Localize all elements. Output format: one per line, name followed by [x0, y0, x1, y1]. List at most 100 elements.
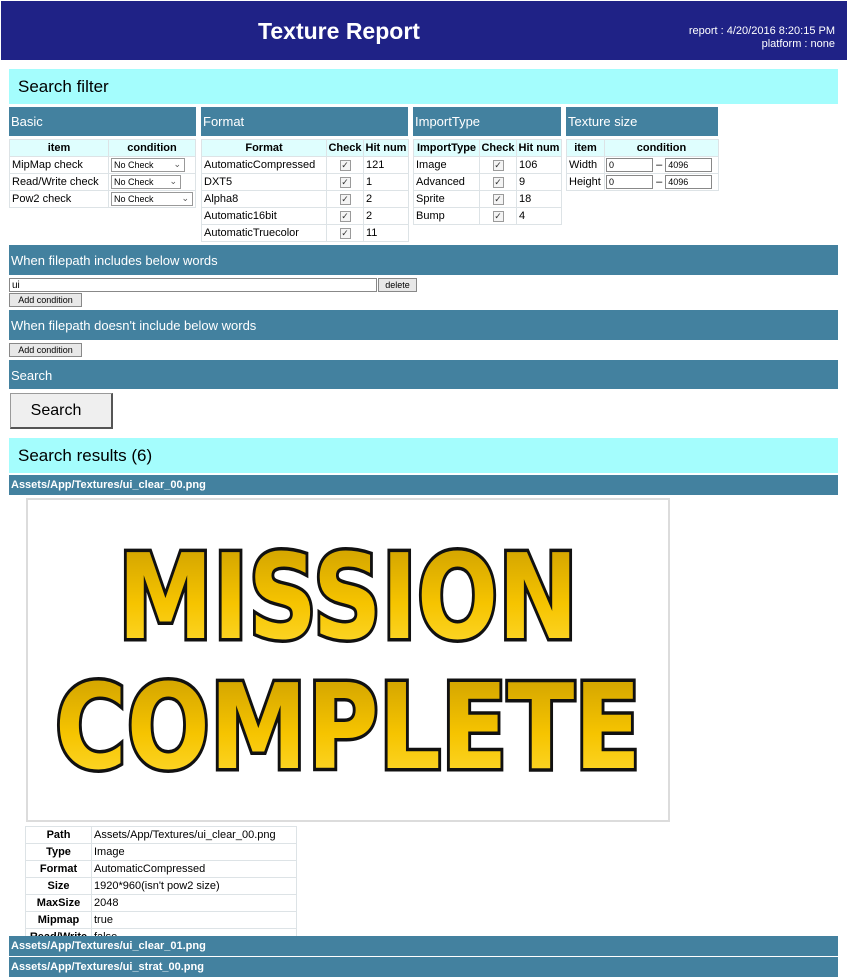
- detail-value: Assets/App/Textures/ui_clear_00.png: [91, 826, 297, 844]
- add-exclude-condition-button[interactable]: Add condition: [9, 343, 82, 357]
- add-include-condition-button[interactable]: Add condition: [9, 293, 82, 307]
- format-checkbox[interactable]: ✓: [339, 159, 351, 171]
- texture-size-table: item condition Width 0 – 4096 Height 0 –…: [566, 139, 719, 191]
- table-row: MaxSize 2048: [25, 894, 297, 912]
- table-row: Image ✓ 106: [413, 156, 562, 174]
- basic-item: Read/Write check: [9, 173, 109, 191]
- importtype-name: Sprite: [413, 190, 480, 208]
- report-platform: platform : none: [761, 38, 835, 50]
- format-checkbox[interactable]: ✓: [339, 210, 351, 222]
- table-row: Type Image: [25, 843, 297, 861]
- basic-table: item condition MipMap check No Check ⌄ Re…: [9, 139, 196, 208]
- detail-key: Type: [25, 843, 92, 861]
- table-row: Size 1920*960(isn't pow2 size): [25, 877, 297, 895]
- detail-key: Mipmap: [25, 911, 92, 929]
- table-row: Sprite ✓ 18: [413, 190, 562, 208]
- format-name: Automatic16bit: [201, 207, 327, 225]
- format-col-check: Check: [326, 139, 364, 157]
- detail-key: Size: [25, 877, 92, 895]
- format-checkbox[interactable]: ✓: [339, 227, 351, 239]
- chevron-down-icon: ⌄: [173, 159, 181, 169]
- basic-item: Pow2 check: [9, 190, 109, 208]
- detail-value: 1920*960(isn't pow2 size): [91, 877, 297, 895]
- texture-size-col-item: item: [566, 139, 605, 157]
- basic-col-item: item: [9, 139, 109, 157]
- importtype-col-hits: Hit num: [516, 139, 562, 157]
- importtype-hits: 106: [516, 156, 562, 174]
- search-button[interactable]: Search: [10, 393, 113, 429]
- result-path-bar[interactable]: Assets/App/Textures/ui_strat_00.png: [9, 957, 838, 977]
- height-max-input[interactable]: 4096: [665, 175, 713, 189]
- pow2-check-select[interactable]: No Check ⌄: [111, 192, 193, 206]
- width-min-input[interactable]: 0: [606, 158, 653, 172]
- report-meta: report : 4/20/2016 8:20:15 PM platform :…: [689, 25, 835, 51]
- page-title: Texture Report: [258, 18, 420, 44]
- table-row: Bump ✓ 4: [413, 207, 562, 225]
- basic-col-condition: condition: [108, 139, 196, 157]
- chevron-down-icon: ⌄: [181, 193, 189, 203]
- importtype-checkbox[interactable]: ✓: [492, 193, 504, 205]
- importtype-col-type: ImportType: [413, 139, 480, 157]
- importtype-table: ImportType Check Hit num Image ✓ 106 Adv…: [413, 139, 562, 225]
- table-row: Mipmap true: [25, 911, 297, 929]
- format-hits: 11: [363, 224, 409, 242]
- range-dash: –: [656, 158, 663, 171]
- table-row: AutomaticCompressed ✓ 121: [201, 156, 409, 174]
- importtype-panel-title: ImportType: [413, 107, 561, 136]
- format-checkbox[interactable]: ✓: [339, 193, 351, 205]
- importtype-checkbox[interactable]: ✓: [492, 159, 504, 171]
- importtype-col-check: Check: [479, 139, 517, 157]
- mipmap-check-select[interactable]: No Check ⌄: [111, 158, 185, 172]
- format-hits: 121: [363, 156, 409, 174]
- texture-size-col-condition: condition: [604, 139, 719, 157]
- detail-key: Path: [25, 826, 92, 844]
- basic-panel-title: Basic: [9, 107, 196, 136]
- result-path-bar[interactable]: Assets/App/Textures/ui_clear_00.png: [9, 475, 838, 495]
- importtype-checkbox[interactable]: ✓: [492, 176, 504, 188]
- table-row: DXT5 ✓ 1: [201, 173, 409, 191]
- include-word-input[interactable]: ui: [9, 278, 377, 292]
- format-name: AutomaticTruecolor: [201, 224, 327, 242]
- detail-key: Format: [25, 860, 92, 878]
- table-row: Automatic16bit ✓ 2: [201, 207, 409, 225]
- format-col-format: Format: [201, 139, 327, 157]
- table-row: Advanced ✓ 9: [413, 173, 562, 191]
- search-filter-heading: Search filter: [9, 69, 838, 104]
- texture-details-table: Path Assets/App/Textures/ui_clear_00.png …: [25, 826, 297, 946]
- format-panel-title: Format: [201, 107, 408, 136]
- table-row: Height 0 – 4096: [566, 173, 719, 191]
- importtype-name: Image: [413, 156, 480, 174]
- format-hits: 2: [363, 207, 409, 225]
- texture-preview: MISSION COMPLETE: [26, 498, 670, 822]
- select-value: No Check: [114, 177, 154, 187]
- format-col-hits: Hit num: [363, 139, 409, 157]
- height-min-input[interactable]: 0: [606, 175, 653, 189]
- include-words-heading: When filepath includes below words: [9, 245, 838, 275]
- texture-size-item: Height: [566, 173, 605, 191]
- basic-item: MipMap check: [9, 156, 109, 174]
- table-row: Alpha8 ✓ 2: [201, 190, 409, 208]
- table-row: Read/Write check No Check ⌄: [9, 173, 196, 191]
- delete-condition-button[interactable]: delete: [378, 278, 417, 292]
- report-timestamp: report : 4/20/2016 8:20:15 PM: [688, 25, 835, 37]
- importtype-checkbox[interactable]: ✓: [492, 210, 504, 222]
- format-name: Alpha8: [201, 190, 327, 208]
- format-checkbox[interactable]: ✓: [339, 176, 351, 188]
- report-header: Texture Report report : 4/20/2016 8:20:1…: [1, 1, 847, 60]
- table-row: Pow2 check No Check ⌄: [9, 190, 196, 208]
- mission-complete-image: MISSION COMPLETE: [52, 525, 645, 800]
- texture-size-panel-title: Texture size: [566, 107, 718, 136]
- result-path-bar[interactable]: Assets/App/Textures/ui_clear_01.png: [9, 936, 838, 956]
- table-row: Path Assets/App/Textures/ui_clear_00.png: [25, 826, 297, 844]
- width-max-input[interactable]: 4096: [665, 158, 713, 172]
- importtype-hits: 18: [516, 190, 562, 208]
- format-name: DXT5: [201, 173, 327, 191]
- logo-line-2: COMPLETE: [55, 658, 641, 796]
- table-row: Width 0 – 4096: [566, 156, 719, 174]
- exclude-words-heading: When filepath doesn't include below word…: [9, 310, 838, 340]
- logo-line-1: MISSION: [118, 528, 578, 666]
- range-dash: –: [656, 175, 663, 188]
- importtype-name: Bump: [413, 207, 480, 225]
- readwrite-check-select[interactable]: No Check ⌄: [111, 175, 181, 189]
- detail-value: Image: [91, 843, 297, 861]
